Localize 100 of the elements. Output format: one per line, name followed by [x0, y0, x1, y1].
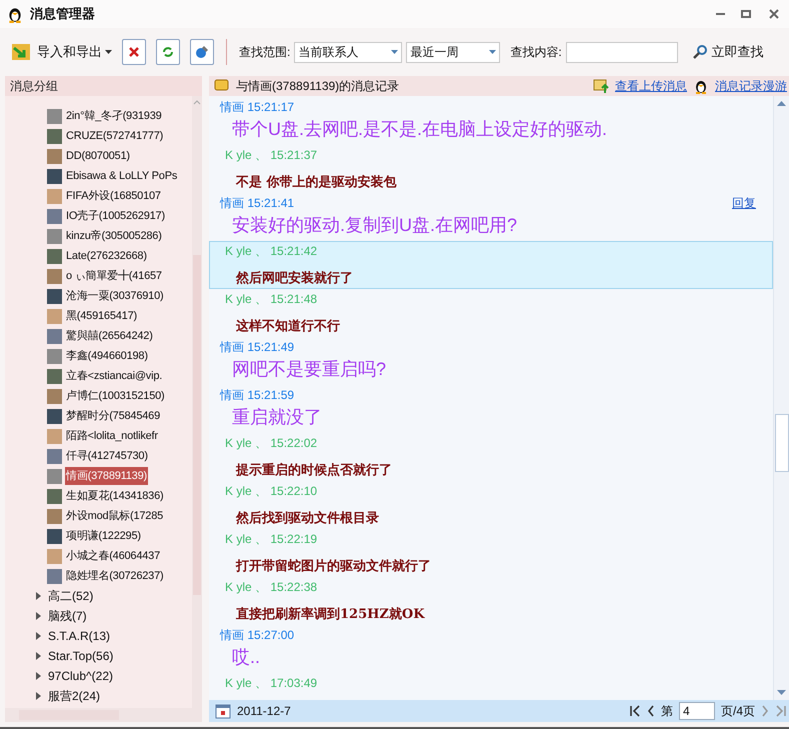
- contact-item[interactable]: 陌路<lolita_notlikefr: [65, 427, 159, 445]
- contact-item[interactable]: 生如夏花(14341836): [65, 487, 164, 505]
- avatar-placeholder: [47, 528, 62, 544]
- contact-item[interactable]: 李鑫(494660198): [65, 347, 149, 365]
- message-text: 不是 你带上的是驱动安装包: [234, 174, 398, 192]
- message-header: 情画 15:21:49: [220, 339, 294, 356]
- calendar-icon[interactable]: [215, 703, 231, 719]
- search-icon: [692, 44, 708, 60]
- contact-item[interactable]: 立春<zstiancai@vip.: [65, 367, 164, 385]
- page-field[interactable]: 4: [678, 702, 715, 720]
- avatar-placeholder: [47, 188, 62, 204]
- search-button[interactable]: 立即查找: [692, 42, 764, 62]
- avatar-placeholder: [47, 348, 62, 364]
- contact-item[interactable]: 黑(459165417): [65, 307, 138, 325]
- scroll-down-icon[interactable]: [777, 690, 786, 696]
- group-label: 高二(52): [48, 588, 94, 605]
- contact-item[interactable]: 卢博仁(1003152150): [65, 387, 166, 405]
- avatar-placeholder: [47, 268, 62, 284]
- contact-item[interactable]: 2in°韓_冬孑(931939: [65, 107, 163, 125]
- contact-item[interactable]: 梦醒时分(75845469: [65, 407, 162, 425]
- scrollbar-thumb[interactable]: [193, 255, 201, 595]
- page-prefix: 第: [660, 703, 673, 720]
- refresh-icon: [162, 46, 174, 58]
- message-header: K yle 、 15:21:42: [224, 243, 318, 260]
- next-page-icon[interactable]: [761, 705, 769, 717]
- avatar-placeholder: [47, 308, 62, 324]
- group-item[interactable]: 97Club^(22): [5, 666, 192, 686]
- group-item[interactable]: S.T.A.R(13): [5, 626, 192, 646]
- avatar-placeholder: [47, 408, 62, 424]
- message-header: K yle 、 15:22:38: [224, 579, 318, 596]
- contact-item[interactable]: Ebisawa & LoLLY PoPs: [65, 167, 178, 185]
- delete-button[interactable]: [122, 39, 146, 65]
- avatar-placeholder: [47, 168, 62, 184]
- contact-item[interactable]: 驚與囍(26564242): [65, 327, 154, 345]
- scope-dropdown[interactable]: 当前联系人: [294, 42, 402, 62]
- scrollbar[interactable]: [192, 96, 202, 708]
- penguin-icon: [693, 78, 709, 94]
- reply-link[interactable]: 回复: [732, 194, 756, 212]
- contact-item[interactable]: CRUZE(572741777): [65, 127, 164, 145]
- message-text: 直接把刷新率调到125HZ就OK: [235, 606, 426, 624]
- message-header: K yle 、 17:03:49: [224, 675, 318, 692]
- message-header: K yle 、 15:22:10: [224, 483, 318, 500]
- group-label: S.T.A.R(13): [48, 628, 110, 645]
- contact-item[interactable]: kinzu帝(305005286): [65, 227, 163, 245]
- sidebar-title: 消息分组: [10, 78, 58, 95]
- horizontal-scrollbar[interactable]: [5, 708, 202, 722]
- scrollbar-thumb[interactable]: [774, 414, 788, 472]
- scope-label: 查找范围:: [239, 44, 290, 61]
- date-label: 2011-12-7: [237, 703, 291, 720]
- message-text: 然后找到驱动文件根目录: [234, 510, 380, 528]
- message-header: K yle 、 15:21:37: [224, 147, 318, 164]
- caret-down-icon: [391, 50, 398, 54]
- contact-item[interactable]: 项明谦(122295): [65, 527, 142, 545]
- message-text: 哎..: [231, 646, 262, 669]
- scroll-up-icon[interactable]: [193, 99, 201, 105]
- avatar-placeholder: [47, 548, 62, 564]
- scrollbar[interactable]: [773, 96, 789, 700]
- avatar-placeholder: [47, 248, 62, 264]
- contact-item[interactable]: IO壳子(1005262917): [65, 207, 166, 225]
- contact-item[interactable]: 外设mod鼠标(17285: [65, 507, 164, 525]
- message-header: K yle 、 15:22:19: [224, 531, 318, 548]
- contact-item[interactable]: DD(8070051): [65, 147, 131, 165]
- avatar-placeholder: [47, 448, 62, 464]
- message-text: 打开带留蛇图片的驱动文件就行了: [234, 558, 432, 576]
- import-export-button[interactable]: 导入和导出: [10, 40, 112, 64]
- tools-button[interactable]: [190, 39, 214, 65]
- refresh-button[interactable]: [156, 39, 180, 65]
- close-icon: [769, 9, 779, 19]
- first-page-icon[interactable]: [628, 705, 641, 717]
- message-header: 情画 15:21:59: [220, 387, 294, 404]
- contact-item[interactable]: 情画(378891139): [65, 467, 148, 485]
- message-header: 情画 15:27:00: [220, 627, 294, 644]
- chat-title: 与情画(378891139)的消息记录: [236, 78, 400, 95]
- contact-item[interactable]: 沧海一粟(30376910): [65, 287, 164, 305]
- group-label: 脑残(7): [48, 608, 87, 625]
- contact-item[interactable]: 仟寻(412745730): [65, 447, 149, 465]
- scroll-up-icon[interactable]: [777, 100, 786, 106]
- contact-item[interactable]: 隐姓埋名(30726237): [65, 567, 164, 585]
- contact-item[interactable]: Late(276232668): [65, 247, 148, 265]
- group-item[interactable]: 服营2(24): [5, 686, 192, 706]
- group-item[interactable]: 脑残(7): [5, 606, 192, 626]
- page-suffix: 页/4页: [720, 703, 755, 720]
- delete-icon: [128, 46, 140, 58]
- avatar-placeholder: [47, 208, 62, 224]
- avatar-placeholder: [47, 568, 62, 584]
- last-page-icon[interactable]: [775, 705, 787, 717]
- roam-link[interactable]: 消息记录漫游: [715, 77, 787, 95]
- avatar-placeholder: [47, 428, 62, 444]
- caret-down-icon: [489, 50, 496, 54]
- group-item[interactable]: 高二(52): [5, 586, 192, 606]
- globe-wrench-icon: [194, 44, 210, 60]
- search-field[interactable]: [566, 42, 678, 62]
- contact-item[interactable]: FIFA外设(16850107: [65, 187, 162, 205]
- previous-page-icon[interactable]: [646, 705, 655, 717]
- period-dropdown[interactable]: 最近一周: [406, 42, 500, 62]
- upload-link[interactable]: 查看上传消息: [615, 77, 687, 95]
- contact-item[interactable]: o ぃ簡單爱╋(41657: [65, 267, 163, 285]
- group-item[interactable]: Star.Top(56): [5, 646, 192, 666]
- avatar-placeholder: [47, 368, 62, 384]
- contact-item[interactable]: 小城之春(46064437: [65, 547, 162, 565]
